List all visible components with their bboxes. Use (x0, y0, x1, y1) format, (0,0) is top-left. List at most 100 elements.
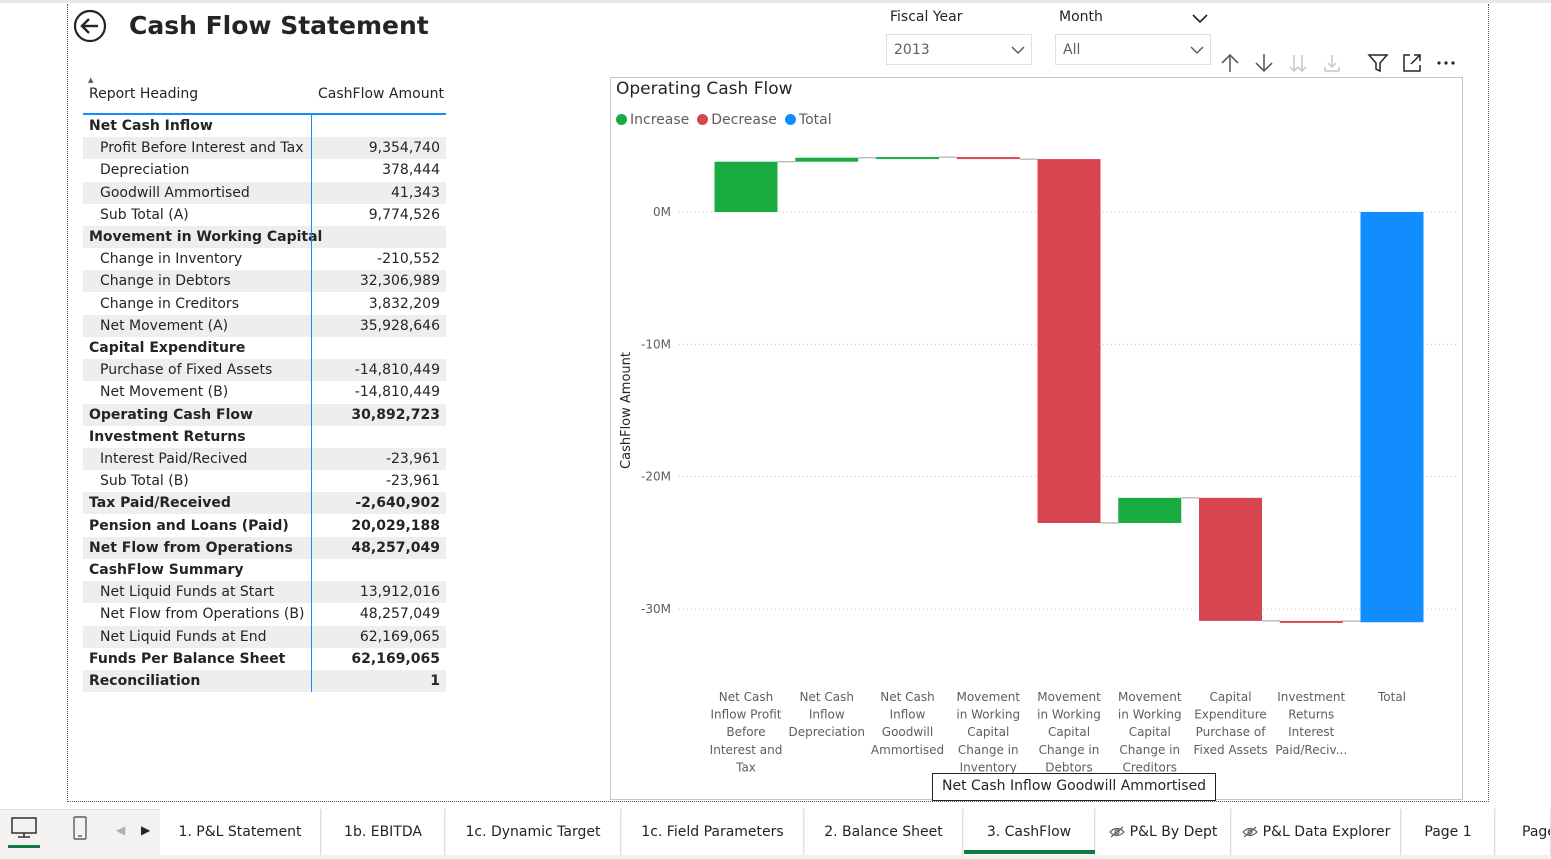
table-row[interactable]: CashFlow Summary (83, 559, 446, 581)
column-header-report-heading[interactable]: Report Heading (89, 86, 198, 102)
desktop-layout-selected (8, 845, 40, 848)
legend-total[interactable]: Total (784, 112, 832, 128)
table-row[interactable]: Sub Total (A) 9,774,526 (83, 204, 446, 226)
table-row[interactable]: Change in Debtors 32,306,989 (83, 270, 446, 293)
table-row[interactable]: Goodwill Ammortised 41,343 (83, 181, 446, 204)
row-label: Net Cash Inflow (89, 118, 213, 134)
x-tick-label: Net Cash (880, 690, 934, 704)
double-arrow-down-icon[interactable] (1287, 52, 1309, 74)
table-row[interactable]: Net Flow from Operations 48,257,049 (83, 536, 446, 559)
focus-mode-icon[interactable] (1401, 52, 1423, 74)
row-value: 1 (430, 673, 440, 689)
fiscal-year-dropdown[interactable]: 2013 (886, 34, 1032, 65)
row-value: 41,343 (391, 184, 440, 201)
tab-scroll-right-icon[interactable]: ▶ (141, 823, 150, 837)
waterfall-bar[interactable] (1118, 497, 1182, 523)
x-tick-label: Depreciation (788, 725, 865, 739)
waterfall-bar[interactable] (876, 157, 939, 160)
table-row[interactable]: Sub Total (B) -23,961 (83, 470, 446, 492)
row-value: -210,552 (377, 251, 440, 268)
column-header-cashflow-amount[interactable]: CashFlow Amount (318, 86, 444, 102)
page-tab[interactable]: P&L Data Explorer (1232, 809, 1401, 855)
table-row[interactable]: Depreciation 378,444 (83, 159, 446, 181)
row-value: 35,928,646 (359, 317, 440, 334)
table-row[interactable]: Change in Creditors 3,832,209 (83, 293, 446, 315)
waterfall-bar[interactable] (1199, 497, 1262, 621)
waterfall-bar[interactable] (956, 157, 1020, 160)
x-tick-label: Capital (1048, 725, 1090, 739)
column-divider (311, 115, 312, 692)
page-tab[interactable]: 1. P&L Statement (160, 809, 321, 855)
page-tab[interactable]: Page 1 (1402, 809, 1495, 855)
x-tick-label: Tax (735, 760, 756, 774)
hidden-page-icon (1241, 826, 1258, 838)
row-label: Profit Before Interest and Tax (100, 140, 304, 157)
table-row[interactable]: Movement in Working Capital (83, 226, 446, 248)
arrow-down-icon[interactable] (1253, 52, 1275, 74)
row-label: Purchase of Fixed Assets (100, 362, 273, 379)
table-row[interactable]: Tax Paid/Received -2,640,902 (83, 492, 446, 515)
chevron-down-icon[interactable] (1192, 10, 1208, 29)
table-row[interactable]: Pension and Loans (Paid) 20,029,188 (83, 515, 446, 537)
mobile-layout-icon[interactable] (70, 815, 90, 847)
page-tab-label: 1b. EBITDA (344, 824, 422, 840)
row-label: Investment Returns (89, 428, 246, 445)
table-row[interactable]: Net Flow from Operations (B) 48,257,049 (83, 603, 446, 625)
x-tick-label: Inflow (809, 708, 845, 722)
table-row[interactable]: Profit Before Interest and Tax 9,354,740 (83, 137, 446, 160)
page-tab[interactable]: 3. CashFlow (964, 809, 1095, 855)
row-label: Depreciation (100, 162, 190, 179)
filter-icon[interactable] (1367, 52, 1389, 74)
waterfall-bar[interactable] (1279, 620, 1343, 623)
waterfall-bar[interactable] (795, 157, 859, 162)
row-label: Funds Per Balance Sheet (89, 650, 286, 667)
legend-increase[interactable]: Increase (616, 112, 689, 128)
table-row[interactable]: Interest Paid/Recived -23,961 (83, 448, 446, 470)
table-row[interactable]: Net Cash Inflow (83, 115, 446, 137)
table-row[interactable]: Operating Cash Flow 30,892,723 (83, 403, 446, 426)
row-value: 20,029,188 (351, 517, 440, 534)
table-row[interactable]: Net Liquid Funds at Start 13,912,016 (83, 581, 446, 604)
row-value: 32,306,989 (359, 273, 440, 290)
expand-hierarchy-icon[interactable] (1321, 52, 1343, 74)
month-label: Month (1059, 9, 1103, 25)
fiscal-year-value: 2013 (894, 42, 930, 58)
row-value: -23,961 (385, 473, 440, 490)
legend-decrease[interactable]: Decrease (697, 112, 777, 128)
x-tick-label: Change in (958, 743, 1019, 757)
more-options-icon[interactable] (1435, 52, 1457, 74)
table-row[interactable]: Change in Inventory -210,552 (83, 248, 446, 270)
table-row[interactable]: Reconciliation 1 (83, 670, 446, 692)
arrow-up-icon[interactable] (1219, 52, 1241, 74)
month-dropdown[interactable]: All (1055, 34, 1211, 65)
table-row[interactable]: Investment Returns (83, 426, 446, 448)
x-tick-label: Capital (1129, 725, 1171, 739)
table-row[interactable]: Net Movement (A) 35,928,646 (83, 314, 446, 337)
desktop-layout-icon[interactable] (10, 815, 38, 845)
waterfall-bar[interactable] (714, 161, 778, 212)
chevron-down-icon (1190, 46, 1204, 55)
page-tab[interactable]: 1c. Dynamic Target (446, 809, 621, 855)
row-label: Net Liquid Funds at End (100, 628, 267, 645)
page-tab[interactable]: 1b. EBITDA (322, 809, 445, 855)
table-row[interactable]: Purchase of Fixed Assets -14,810,449 (83, 359, 446, 382)
table-row[interactable]: Capital Expenditure (83, 337, 446, 359)
table-row[interactable]: Net Liquid Funds at End 62,169,065 (83, 625, 446, 648)
x-tick-label: Movement (956, 690, 1020, 704)
waterfall-bar[interactable] (1360, 212, 1424, 623)
x-tick-label: Paid/Reciv... (1275, 743, 1347, 757)
table-row[interactable]: Funds Per Balance Sheet 62,169,065 (83, 648, 446, 670)
x-tick-label: Movement (1118, 690, 1182, 704)
page-tab[interactable]: P&L By Dept (1096, 809, 1231, 855)
back-arrow-circle-icon[interactable] (73, 9, 107, 43)
legend-dot-decrease (697, 114, 709, 125)
page-tab[interactable]: 2. Balance Sheet (805, 809, 963, 855)
row-value: 9,774,526 (368, 206, 440, 223)
tab-scroll-left-icon[interactable]: ◀ (116, 823, 125, 837)
page-tab-label: 1. P&L Statement (178, 824, 302, 840)
x-tick-label: Goodwill (882, 725, 933, 739)
table-row[interactable]: Net Movement (B) -14,810,449 (83, 381, 446, 403)
page-tab[interactable]: 1c. Field Parameters (622, 809, 804, 855)
page-tab[interactable]: Page (1496, 809, 1551, 855)
waterfall-bar[interactable] (1037, 159, 1101, 523)
